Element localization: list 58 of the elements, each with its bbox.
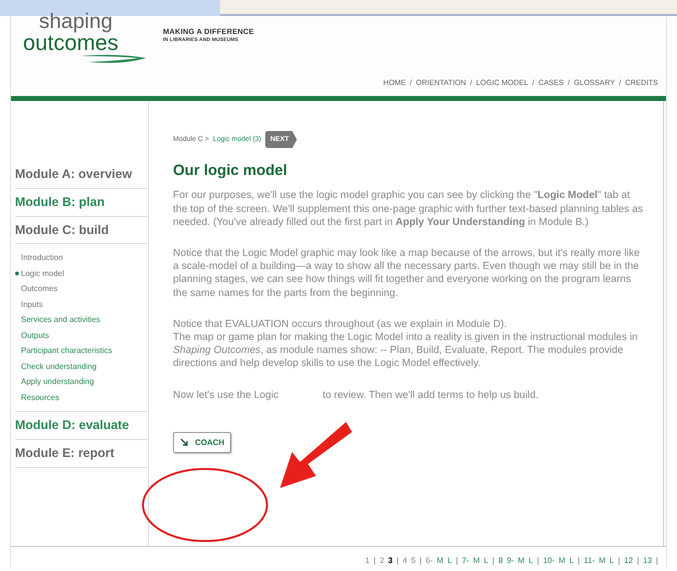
page-link[interactable]: 10- [543, 555, 555, 567]
pager-separator: | [537, 555, 540, 567]
lesson-link[interactable]: Introduction [15, 250, 148, 266]
text-fragment: to review. Then we'll add terms to help us build. [322, 388, 538, 402]
paragraph: Notice that EVALUATION occurs throughout (as we explain in Module D). [173, 318, 508, 332]
page-link[interactable]: M [598, 555, 606, 567]
module-link[interactable]: Module B: plan [15, 188, 148, 216]
page-link[interactable]: 2 [380, 555, 384, 567]
page-link[interactable]: M [558, 555, 566, 567]
arrow-icon [180, 438, 189, 447]
page-link[interactable]: M [436, 555, 444, 567]
page-link[interactable]: M [473, 555, 480, 567]
module-link[interactable]: Module D: evaluate [15, 412, 148, 440]
page-link[interactable]: 13 [643, 555, 652, 567]
paragraph: Notice that the Logic Model graphic may look like a map because of the arrows, but it's really more like a scale-model of a building—a way to show all the necessary parts. Even though we may still be in the planning stages, we can see how things will fit together and everyone working on the program learns the same names for the parts from the beginning. [173, 247, 641, 300]
pager-separator: | [618, 555, 620, 567]
lesson-link[interactable]: Services and activities [15, 312, 148, 328]
logo-text: outcomes [23, 32, 118, 54]
page-link[interactable]: 8 [498, 555, 503, 567]
lesson-link[interactable]: Participant characteristics [15, 343, 148, 359]
pager-separator: | [636, 555, 640, 567]
page-link[interactable]: L [610, 555, 614, 567]
lesson-link[interactable]: Inputs [15, 296, 148, 312]
paragraph: The map or game plan for making the Logic Model into a reality is given in the instructional modules in Shaping Outcomes, as module names show: -- Plan, Build, Evaluate, Report. The modules provide directions and help develop skills to use the Logic Model effectively. [173, 331, 639, 371]
page-link[interactable]: 7- [462, 555, 470, 567]
lesson-link[interactable]: Outputs [15, 328, 148, 344]
page-link[interactable]: 12 [624, 555, 633, 567]
lesson-link[interactable]: Check understanding [15, 358, 148, 374]
module-link[interactable]: Module A: overview [15, 161, 148, 189]
page-link[interactable]: 3 [388, 555, 393, 567]
module-link[interactable]: Module E: report [15, 440, 148, 468]
pager-separator: | [492, 555, 494, 567]
lesson-link[interactable]: Outcomes [15, 281, 148, 297]
page-link[interactable]: 5 [411, 555, 416, 567]
coach-button[interactable]: COACH [173, 432, 232, 454]
pager-separator: | [578, 555, 580, 567]
page-title: Our logic model [173, 164, 288, 178]
page-link[interactable]: 1 [365, 555, 370, 567]
page-link[interactable]: L [447, 555, 452, 567]
page-link[interactable]: 4 [402, 555, 408, 567]
page-link[interactable]: 6- [426, 555, 433, 567]
pager-separator: | [374, 555, 376, 567]
page-link[interactable]: L [528, 555, 534, 567]
module-link[interactable]: Module C: build [15, 216, 148, 244]
lesson-link[interactable]: Resources [15, 390, 148, 406]
text-fragment: Now let's use the Logic [173, 388, 279, 402]
pager-separator: | [656, 555, 658, 567]
pager-separator: | [456, 555, 458, 567]
page-link[interactable]: L [569, 555, 574, 567]
paragraph: For our purposes, we'll use the logic model graphic you can see by clicking the "Logic Model" tab at the top of the screen. We'll supplement this one-page graphic with further text-based planning tables as needed. (You've already filled out the first part in Apply Your Understanding in Module B.) [173, 189, 643, 230]
pager-separator: | [396, 555, 399, 567]
lesson-link[interactable]: Apply understanding [15, 374, 148, 390]
page-link[interactable]: L [484, 555, 488, 567]
page-link[interactable]: M [518, 555, 525, 567]
page-link[interactable]: 11- [584, 555, 595, 567]
logo-text: shaping [38, 11, 113, 32]
page-link[interactable]: 9- [506, 555, 514, 567]
pager-separator: | [420, 555, 422, 567]
